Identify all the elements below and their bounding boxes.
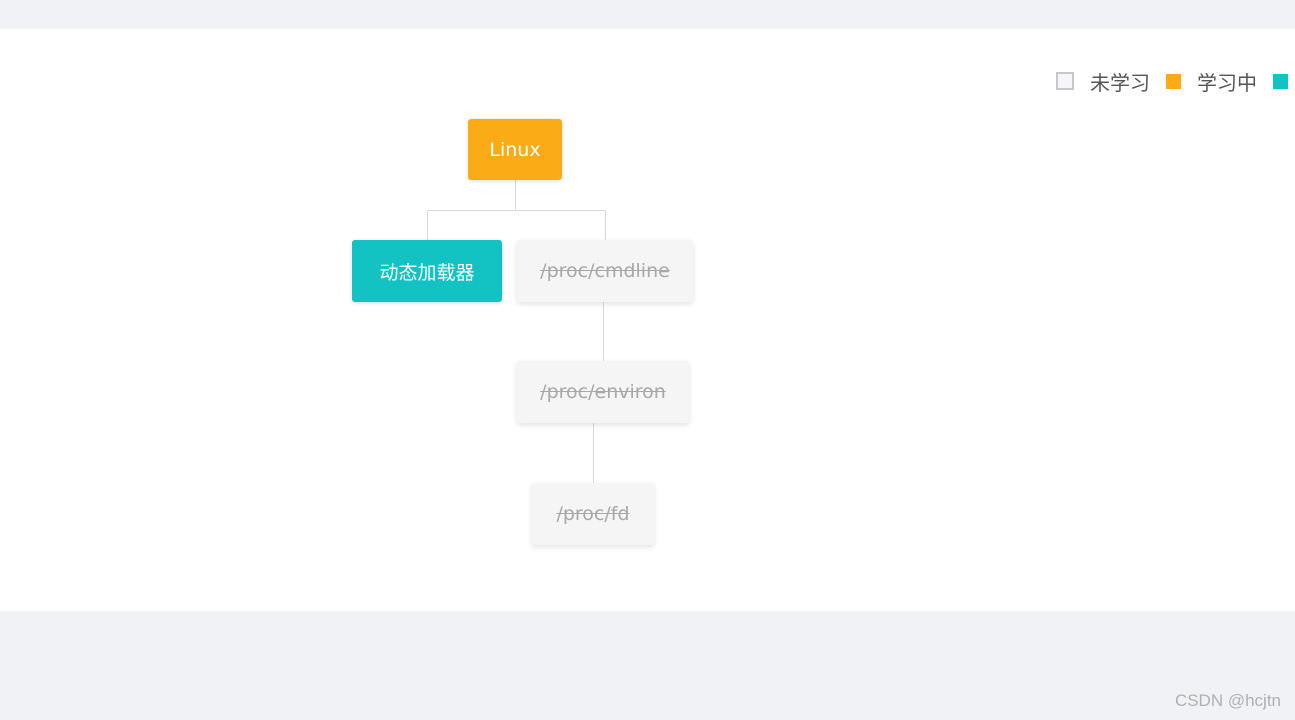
legend: 未学习 学习中 [1056,70,1288,95]
node-proc-cmdline-label: /proc/cmdline [540,260,670,282]
legend-swatch-unlearned[interactable] [1056,72,1074,90]
legend-swatch-learning[interactable] [1166,73,1181,89]
legend-label-learning[interactable]: 学习中 [1197,67,1257,96]
legend-label-unlearned[interactable]: 未学习 [1090,67,1150,96]
node-linux[interactable]: Linux [468,119,562,180]
node-dynamic-loader-label: 动态加载器 [379,261,475,284]
node-proc-environ-label: /proc/environ [540,381,666,403]
node-proc-environ[interactable]: /proc/environ [517,361,689,423]
bottom-band [0,611,1295,720]
node-proc-fd-label: /proc/fd [556,503,630,525]
node-proc-fd[interactable]: /proc/fd [532,483,654,545]
node-linux-label: Linux [489,138,541,161]
top-band [0,0,1295,29]
node-dynamic-loader[interactable]: 动态加载器 [352,240,502,302]
node-proc-cmdline[interactable]: /proc/cmdline [517,240,693,302]
legend-swatch-done[interactable] [1273,73,1288,89]
watermark: CSDN @hcjtn [1174,691,1281,710]
